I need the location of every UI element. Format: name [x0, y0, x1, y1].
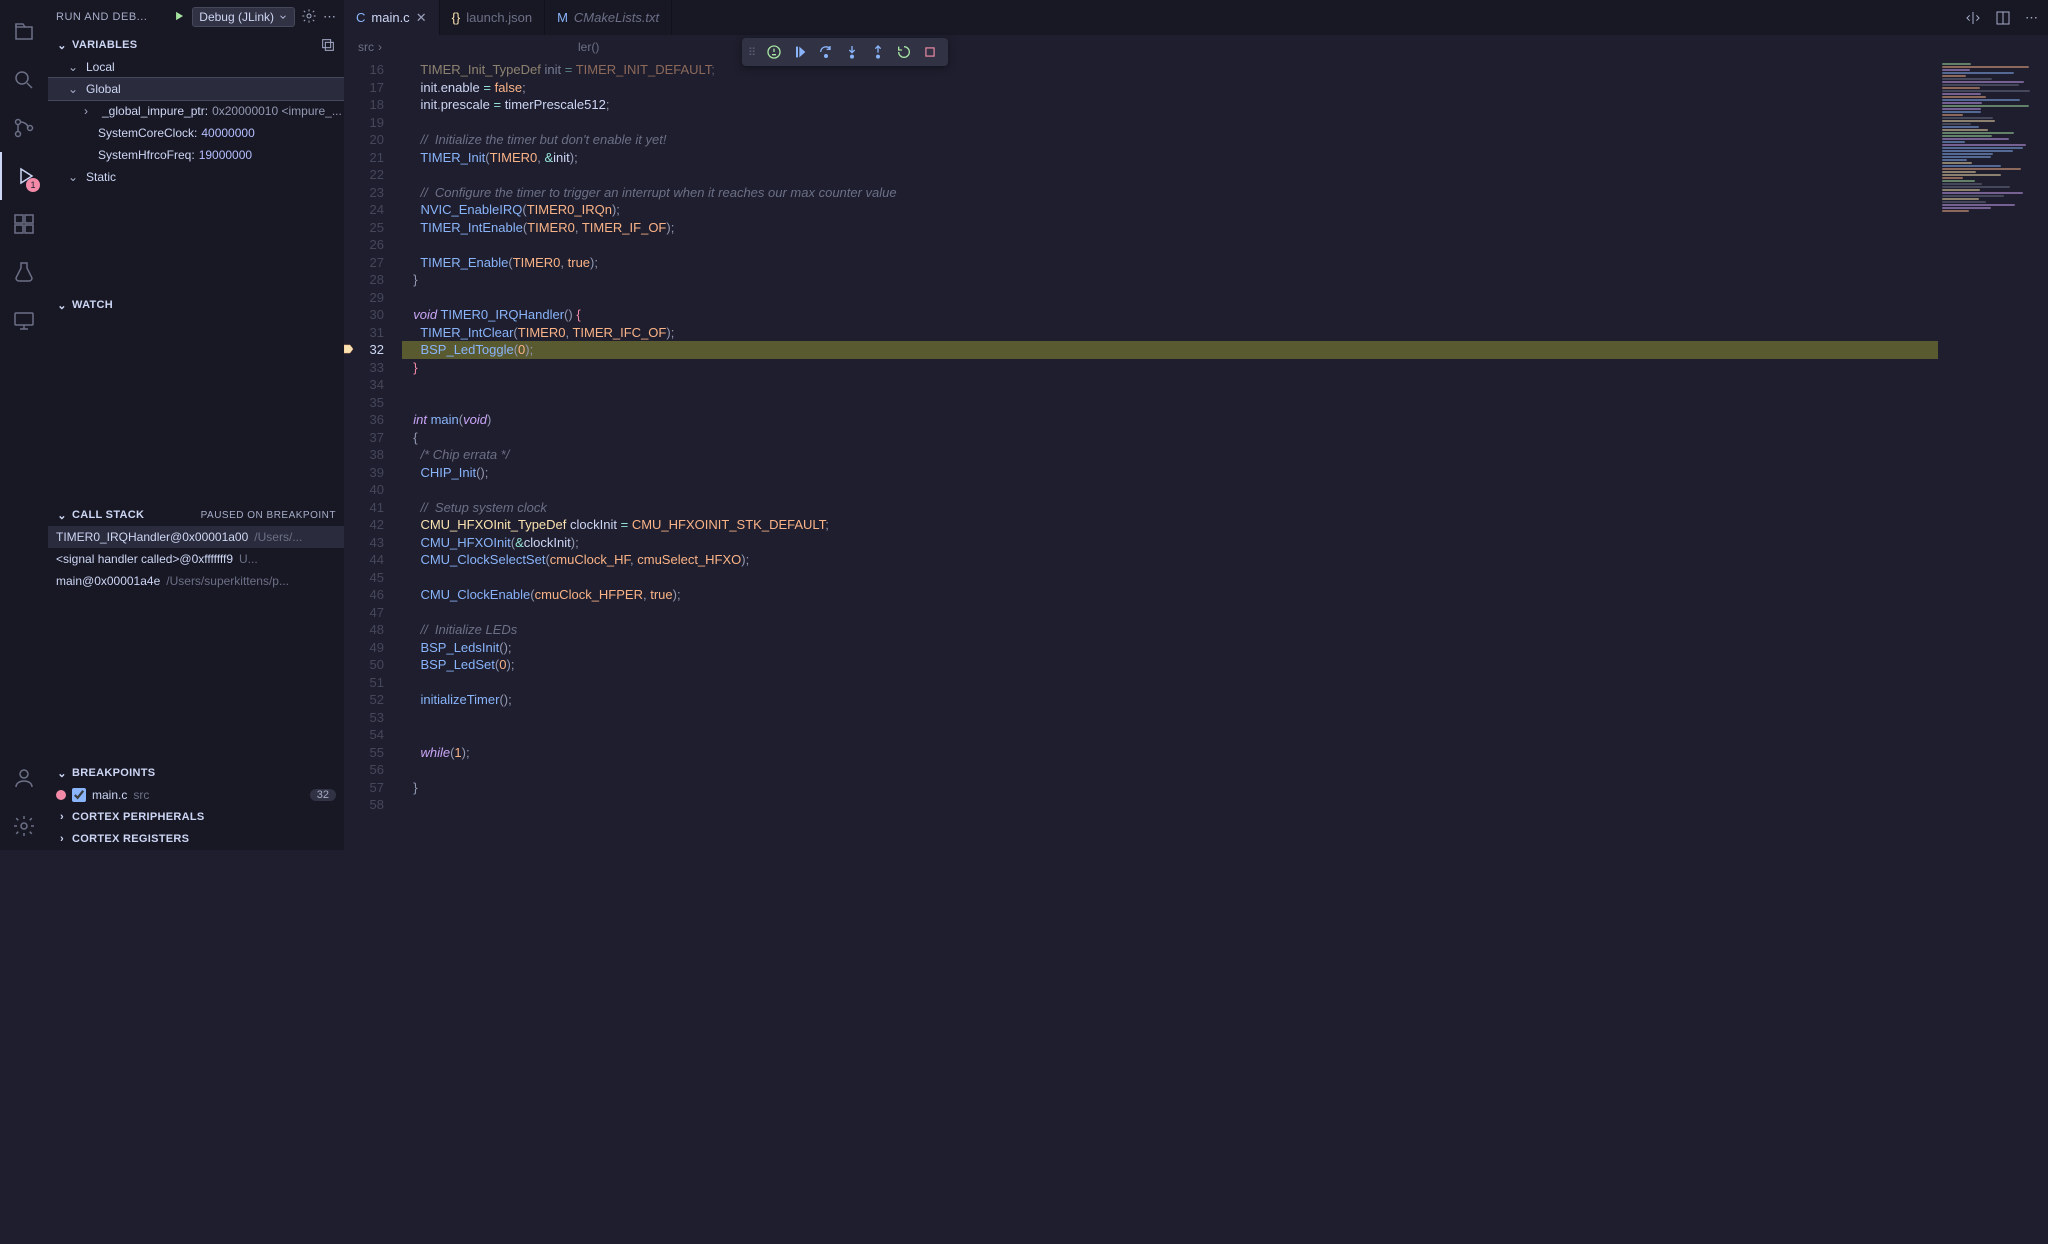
cortex-peripherals-section: › CORTEX PERIPHERALS	[48, 806, 344, 828]
run-debug-icon[interactable]: 1	[0, 152, 48, 200]
scope-global[interactable]: ⌄Global	[48, 78, 344, 100]
callstack-section: ⌄ CALL STACK PAUSED ON BREAKPOINT TIMER0…	[48, 504, 344, 592]
restart-button[interactable]	[892, 40, 916, 64]
source-control-icon[interactable]	[0, 104, 48, 152]
cortex-registers-title: CORTEX REGISTERS	[72, 833, 189, 845]
line-gutter[interactable]: 1617181920212223242526272829303132333435…	[344, 59, 402, 850]
accounts-icon[interactable]	[0, 754, 48, 802]
breakpoint-folder: src	[133, 788, 149, 802]
callstack-header[interactable]: ⌄ CALL STACK PAUSED ON BREAKPOINT	[48, 504, 344, 526]
step-over-button[interactable]	[814, 40, 838, 64]
cortex-registers-section: › CORTEX REGISTERS	[48, 828, 344, 850]
remote-icon[interactable]	[0, 296, 48, 344]
cortex-registers-header[interactable]: › CORTEX REGISTERS	[48, 828, 344, 850]
drag-handle-icon[interactable]: ⠿	[748, 46, 760, 59]
variables-section: ⌄ VARIABLES ⌄Local ⌄Global ›_global_impu…	[48, 34, 344, 294]
tab-label: launch.json	[466, 10, 532, 25]
cortex-peripherals-header[interactable]: › CORTEX PERIPHERALS	[48, 806, 344, 828]
chevron-right-icon: ›	[56, 833, 68, 845]
stack-frame-0[interactable]: TIMER0_IRQHandler@0x00001a00/Users/...	[48, 526, 344, 548]
debug-toolbar[interactable]: ⠿	[742, 38, 948, 66]
watch-title: WATCH	[72, 299, 113, 311]
stack-frame-1[interactable]: <signal handler called>@0xfffffff9U...	[48, 548, 344, 570]
json-file-icon: {}	[452, 10, 461, 25]
watch-section: ⌄ WATCH	[48, 294, 344, 504]
sidebar-title: RUN AND DEB...	[56, 11, 166, 23]
callstack-body: TIMER0_IRQHandler@0x00001a00/Users/... <…	[48, 526, 344, 592]
close-icon[interactable]: ✕	[416, 10, 427, 26]
tab-label: main.c	[371, 10, 409, 25]
split-editor-icon[interactable]	[1995, 10, 2011, 26]
pause-button[interactable]	[788, 40, 812, 64]
collapse-all-icon[interactable]	[320, 37, 336, 53]
variables-header[interactable]: ⌄ VARIABLES	[48, 34, 344, 56]
search-icon[interactable]	[0, 56, 48, 104]
breakpoints-body: main.c src 32	[48, 784, 344, 806]
breakpoints-title: BREAKPOINTS	[72, 767, 155, 779]
chevron-down-icon: ⌄	[56, 509, 68, 522]
debug-sidebar: RUN AND DEB... Debug (JLink) ⋯ ⌄ VARIABL…	[48, 0, 344, 850]
debug-config-label: Debug (JLink)	[199, 10, 274, 24]
continue-button[interactable]	[762, 40, 786, 64]
stack-frame-2[interactable]: main@0x00001a4e/Users/superkittens/p...	[48, 570, 344, 592]
extensions-icon[interactable]	[0, 200, 48, 248]
breakpoint-dot-icon	[56, 790, 66, 800]
debug-settings-icon[interactable]	[301, 8, 317, 27]
chevron-down-icon: ⌄	[56, 39, 68, 52]
variables-title: VARIABLES	[72, 39, 137, 51]
watch-header[interactable]: ⌄ WATCH	[48, 294, 344, 316]
more-actions-icon[interactable]: ⋯	[2025, 10, 2038, 26]
scope-static[interactable]: ⌄Static	[48, 166, 344, 188]
step-into-button[interactable]	[840, 40, 864, 64]
breakpoints-header[interactable]: ⌄ BREAKPOINTS	[48, 762, 344, 784]
breakpoint-line: 32	[310, 789, 336, 801]
chevron-down-icon: ⌄	[56, 767, 68, 780]
code-content[interactable]: TIMER_Init_TypeDef init = TIMER_INIT_DEF…	[402, 59, 1938, 850]
editor-area: C main.c ✕ {} launch.json M CMakeLists.t…	[344, 0, 2048, 850]
activity-bar: 1	[0, 0, 48, 850]
c-file-icon: C	[356, 10, 365, 25]
testing-icon[interactable]	[0, 248, 48, 296]
chevron-right-icon: ›	[56, 811, 68, 823]
var-system-core-clock[interactable]: SystemCoreClock: 40000000	[48, 122, 344, 144]
stop-button[interactable]	[918, 40, 942, 64]
debug-badge: 1	[26, 178, 40, 192]
breakpoint-file: main.c	[92, 788, 127, 802]
tab-cmakelists[interactable]: M CMakeLists.txt	[545, 0, 672, 35]
minimap[interactable]	[1938, 59, 2048, 850]
editor-tabs: C main.c ✕ {} launch.json M CMakeLists.t…	[344, 0, 2048, 35]
sidebar-header: RUN AND DEB... Debug (JLink) ⋯	[48, 0, 344, 34]
tab-launch-json[interactable]: {} launch.json	[440, 0, 545, 35]
cortex-peripherals-title: CORTEX PERIPHERALS	[72, 811, 205, 823]
breadcrumb-seg[interactable]: src	[358, 40, 374, 54]
explorer-icon[interactable]	[0, 8, 48, 56]
scope-local[interactable]: ⌄Local	[48, 56, 344, 78]
var-global-impure-ptr[interactable]: ›_global_impure_ptr: 0x20000010 <impure_…	[48, 100, 344, 122]
settings-gear-icon[interactable]	[0, 802, 48, 850]
var-system-hfrco-freq[interactable]: SystemHfrcoFreq: 19000000	[48, 144, 344, 166]
chevron-down-icon: ⌄	[56, 299, 68, 312]
compare-icon[interactable]	[1965, 10, 1981, 26]
code-editor[interactable]: 1617181920212223242526272829303132333435…	[344, 59, 2048, 850]
step-out-button[interactable]	[866, 40, 890, 64]
breadcrumb[interactable]: src› ler()	[344, 35, 2048, 59]
tab-actions: ⋯	[1955, 0, 2048, 35]
tab-label: CMakeLists.txt	[574, 10, 659, 25]
variables-body: ⌄Local ⌄Global ›_global_impure_ptr: 0x20…	[48, 56, 344, 294]
cmake-file-icon: M	[557, 10, 568, 25]
debug-more-icon[interactable]: ⋯	[323, 9, 336, 25]
start-debug-icon[interactable]	[172, 9, 186, 26]
callstack-title: CALL STACK	[72, 509, 144, 521]
callstack-status: PAUSED ON BREAKPOINT	[201, 510, 336, 521]
breakpoint-checkbox[interactable]	[72, 788, 86, 802]
breakpoint-item[interactable]: main.c src 32	[48, 784, 344, 806]
tab-main-c[interactable]: C main.c ✕	[344, 0, 440, 35]
debug-config-select[interactable]: Debug (JLink)	[192, 7, 295, 27]
breakpoints-section: ⌄ BREAKPOINTS main.c src 32	[48, 762, 344, 806]
breadcrumb-fn: ler()	[578, 40, 599, 54]
watch-body	[48, 316, 344, 504]
